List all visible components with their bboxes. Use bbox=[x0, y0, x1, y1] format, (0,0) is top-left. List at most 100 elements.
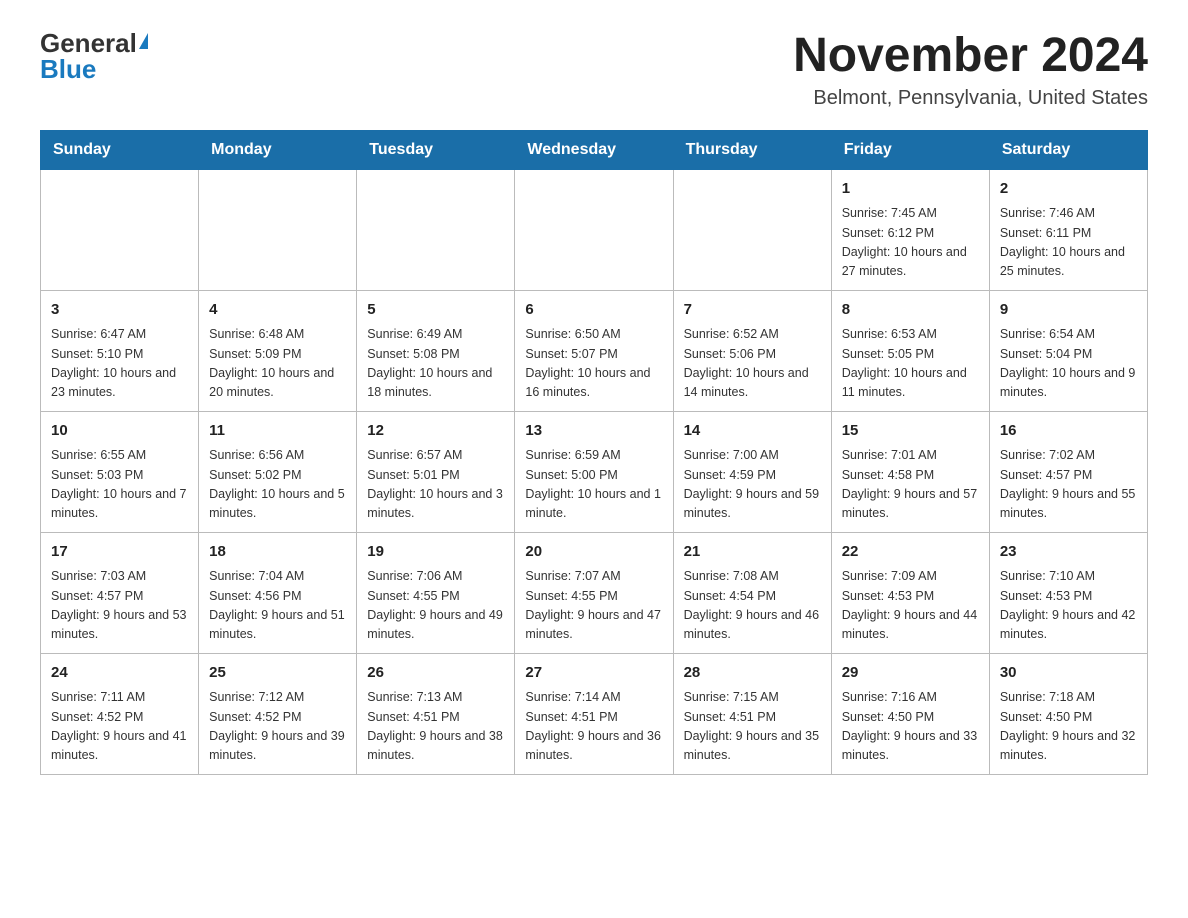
day-info: Sunrise: 6:48 AM Sunset: 5:09 PM Dayligh… bbox=[209, 325, 346, 403]
calendar-cell: 5 Sunrise: 6:49 AM Sunset: 5:08 PM Daylig… bbox=[357, 290, 515, 411]
day-info: Sunrise: 7:18 AM Sunset: 4:50 PM Dayligh… bbox=[1000, 688, 1137, 766]
day-info: Sunrise: 6:56 AM Sunset: 5:02 PM Dayligh… bbox=[209, 446, 346, 524]
day-number: 10 bbox=[51, 420, 188, 443]
day-number: 6 bbox=[525, 299, 662, 322]
day-number: 5 bbox=[367, 299, 504, 322]
calendar-cell: 23Sunrise: 7:10 AM Sunset: 4:53 PM Dayli… bbox=[989, 532, 1147, 653]
weekday-header-tuesday: Tuesday bbox=[357, 130, 515, 169]
calendar-cell: 14 Sunrise: 7:00 AM Sunset: 4:59 PM Dayli… bbox=[673, 411, 831, 532]
logo-arrow-icon bbox=[139, 33, 148, 49]
day-info: Sunrise: 6:55 AM Sunset: 5:03 PM Dayligh… bbox=[51, 446, 188, 524]
calendar-cell: 1Sunrise: 7:45 AM Sunset: 6:12 PM Daylig… bbox=[831, 169, 989, 290]
day-number: 30 bbox=[1000, 662, 1137, 685]
day-number: 22 bbox=[842, 541, 979, 564]
page-header: General Blue November 2024 Belmont, Penn… bbox=[40, 30, 1148, 110]
logo: General Blue bbox=[40, 30, 148, 82]
day-info: Sunrise: 7:46 AM Sunset: 6:11 PM Dayligh… bbox=[1000, 204, 1137, 282]
day-number: 8 bbox=[842, 299, 979, 322]
weekday-header-friday: Friday bbox=[831, 130, 989, 169]
day-info: Sunrise: 7:03 AM Sunset: 4:57 PM Dayligh… bbox=[51, 567, 188, 645]
day-info: Sunrise: 6:50 AM Sunset: 5:07 PM Dayligh… bbox=[525, 325, 662, 403]
weekday-header-monday: Monday bbox=[199, 130, 357, 169]
day-number: 19 bbox=[367, 541, 504, 564]
day-number: 17 bbox=[51, 541, 188, 564]
calendar-cell: 3Sunrise: 6:47 AM Sunset: 5:10 PM Daylig… bbox=[41, 290, 199, 411]
day-number: 27 bbox=[525, 662, 662, 685]
day-info: Sunrise: 7:14 AM Sunset: 4:51 PM Dayligh… bbox=[525, 688, 662, 766]
day-info: Sunrise: 7:06 AM Sunset: 4:55 PM Dayligh… bbox=[367, 567, 504, 645]
day-info: Sunrise: 7:10 AM Sunset: 4:53 PM Dayligh… bbox=[1000, 567, 1137, 645]
day-number: 29 bbox=[842, 662, 979, 685]
calendar-cell bbox=[673, 169, 831, 290]
calendar-row: 10 Sunrise: 6:55 AM Sunset: 5:03 PM Dayli… bbox=[41, 411, 1148, 532]
calendar-cell bbox=[41, 169, 199, 290]
calendar-cell: 25Sunrise: 7:12 AM Sunset: 4:52 PM Dayli… bbox=[199, 653, 357, 774]
calendar-cell: 4 Sunrise: 6:48 AM Sunset: 5:09 PM Daylig… bbox=[199, 290, 357, 411]
calendar-cell: 20 Sunrise: 7:07 AM Sunset: 4:55 PM Dayli… bbox=[515, 532, 673, 653]
day-info: Sunrise: 7:08 AM Sunset: 4:54 PM Dayligh… bbox=[684, 567, 821, 645]
day-number: 21 bbox=[684, 541, 821, 564]
title-section: November 2024 Belmont, Pennsylvania, Uni… bbox=[793, 30, 1148, 110]
calendar-row: 1Sunrise: 7:45 AM Sunset: 6:12 PM Daylig… bbox=[41, 169, 1148, 290]
calendar-cell: 7Sunrise: 6:52 AM Sunset: 5:06 PM Daylig… bbox=[673, 290, 831, 411]
day-number: 28 bbox=[684, 662, 821, 685]
day-info: Sunrise: 6:54 AM Sunset: 5:04 PM Dayligh… bbox=[1000, 325, 1137, 403]
calendar-cell: 9 Sunrise: 6:54 AM Sunset: 5:04 PM Daylig… bbox=[989, 290, 1147, 411]
calendar-cell: 16Sunrise: 7:02 AM Sunset: 4:57 PM Dayli… bbox=[989, 411, 1147, 532]
day-number: 20 bbox=[525, 541, 662, 564]
day-info: Sunrise: 7:15 AM Sunset: 4:51 PM Dayligh… bbox=[684, 688, 821, 766]
calendar-cell: 26Sunrise: 7:13 AM Sunset: 4:51 PM Dayli… bbox=[357, 653, 515, 774]
day-info: Sunrise: 7:11 AM Sunset: 4:52 PM Dayligh… bbox=[51, 688, 188, 766]
weekday-header-saturday: Saturday bbox=[989, 130, 1147, 169]
calendar-cell: 29 Sunrise: 7:16 AM Sunset: 4:50 PM Dayli… bbox=[831, 653, 989, 774]
calendar-cell: 28 Sunrise: 7:15 AM Sunset: 4:51 PM Dayli… bbox=[673, 653, 831, 774]
calendar-cell: 24 Sunrise: 7:11 AM Sunset: 4:52 PM Dayli… bbox=[41, 653, 199, 774]
weekday-header-wednesday: Wednesday bbox=[515, 130, 673, 169]
day-number: 4 bbox=[209, 299, 346, 322]
month-title: November 2024 bbox=[793, 30, 1148, 83]
day-info: Sunrise: 6:53 AM Sunset: 5:05 PM Dayligh… bbox=[842, 325, 979, 403]
calendar-cell: 13 Sunrise: 6:59 AM Sunset: 5:00 PM Dayli… bbox=[515, 411, 673, 532]
calendar-cell: 10 Sunrise: 6:55 AM Sunset: 5:03 PM Dayli… bbox=[41, 411, 199, 532]
logo-blue-text: Blue bbox=[40, 56, 96, 82]
day-info: Sunrise: 7:04 AM Sunset: 4:56 PM Dayligh… bbox=[209, 567, 346, 645]
calendar-cell: 11 Sunrise: 6:56 AM Sunset: 5:02 PM Dayli… bbox=[199, 411, 357, 532]
day-info: Sunrise: 7:00 AM Sunset: 4:59 PM Dayligh… bbox=[684, 446, 821, 524]
calendar-cell bbox=[515, 169, 673, 290]
calendar-cell: 18 Sunrise: 7:04 AM Sunset: 4:56 PM Dayli… bbox=[199, 532, 357, 653]
calendar-cell: 12Sunrise: 6:57 AM Sunset: 5:01 PM Dayli… bbox=[357, 411, 515, 532]
day-number: 26 bbox=[367, 662, 504, 685]
calendar-cell: 17 Sunrise: 7:03 AM Sunset: 4:57 PM Dayli… bbox=[41, 532, 199, 653]
day-number: 18 bbox=[209, 541, 346, 564]
day-number: 25 bbox=[209, 662, 346, 685]
day-info: Sunrise: 6:57 AM Sunset: 5:01 PM Dayligh… bbox=[367, 446, 504, 524]
day-number: 7 bbox=[684, 299, 821, 322]
day-info: Sunrise: 6:59 AM Sunset: 5:00 PM Dayligh… bbox=[525, 446, 662, 524]
day-number: 24 bbox=[51, 662, 188, 685]
day-info: Sunrise: 7:16 AM Sunset: 4:50 PM Dayligh… bbox=[842, 688, 979, 766]
calendar-cell: 21 Sunrise: 7:08 AM Sunset: 4:54 PM Dayli… bbox=[673, 532, 831, 653]
day-number: 14 bbox=[684, 420, 821, 443]
day-number: 9 bbox=[1000, 299, 1137, 322]
day-info: Sunrise: 7:02 AM Sunset: 4:57 PM Dayligh… bbox=[1000, 446, 1137, 524]
weekday-header-sunday: Sunday bbox=[41, 130, 199, 169]
logo-general-text: General bbox=[40, 30, 137, 56]
calendar-row: 17 Sunrise: 7:03 AM Sunset: 4:57 PM Dayli… bbox=[41, 532, 1148, 653]
calendar-table: SundayMondayTuesdayWednesdayThursdayFrid… bbox=[40, 130, 1148, 775]
day-info: Sunrise: 6:49 AM Sunset: 5:08 PM Dayligh… bbox=[367, 325, 504, 403]
calendar-cell: 6 Sunrise: 6:50 AM Sunset: 5:07 PM Daylig… bbox=[515, 290, 673, 411]
day-info: Sunrise: 7:01 AM Sunset: 4:58 PM Dayligh… bbox=[842, 446, 979, 524]
calendar-cell: 8 Sunrise: 6:53 AM Sunset: 5:05 PM Daylig… bbox=[831, 290, 989, 411]
day-number: 2 bbox=[1000, 178, 1137, 201]
calendar-cell: 30 Sunrise: 7:18 AM Sunset: 4:50 PM Dayli… bbox=[989, 653, 1147, 774]
day-info: Sunrise: 7:07 AM Sunset: 4:55 PM Dayligh… bbox=[525, 567, 662, 645]
day-number: 13 bbox=[525, 420, 662, 443]
day-number: 3 bbox=[51, 299, 188, 322]
calendar-cell: 22 Sunrise: 7:09 AM Sunset: 4:53 PM Dayli… bbox=[831, 532, 989, 653]
day-info: Sunrise: 7:09 AM Sunset: 4:53 PM Dayligh… bbox=[842, 567, 979, 645]
calendar-cell bbox=[357, 169, 515, 290]
location-text: Belmont, Pennsylvania, United States bbox=[793, 87, 1148, 110]
calendar-cell: 2 Sunrise: 7:46 AM Sunset: 6:11 PM Daylig… bbox=[989, 169, 1147, 290]
day-number: 11 bbox=[209, 420, 346, 443]
day-number: 15 bbox=[842, 420, 979, 443]
